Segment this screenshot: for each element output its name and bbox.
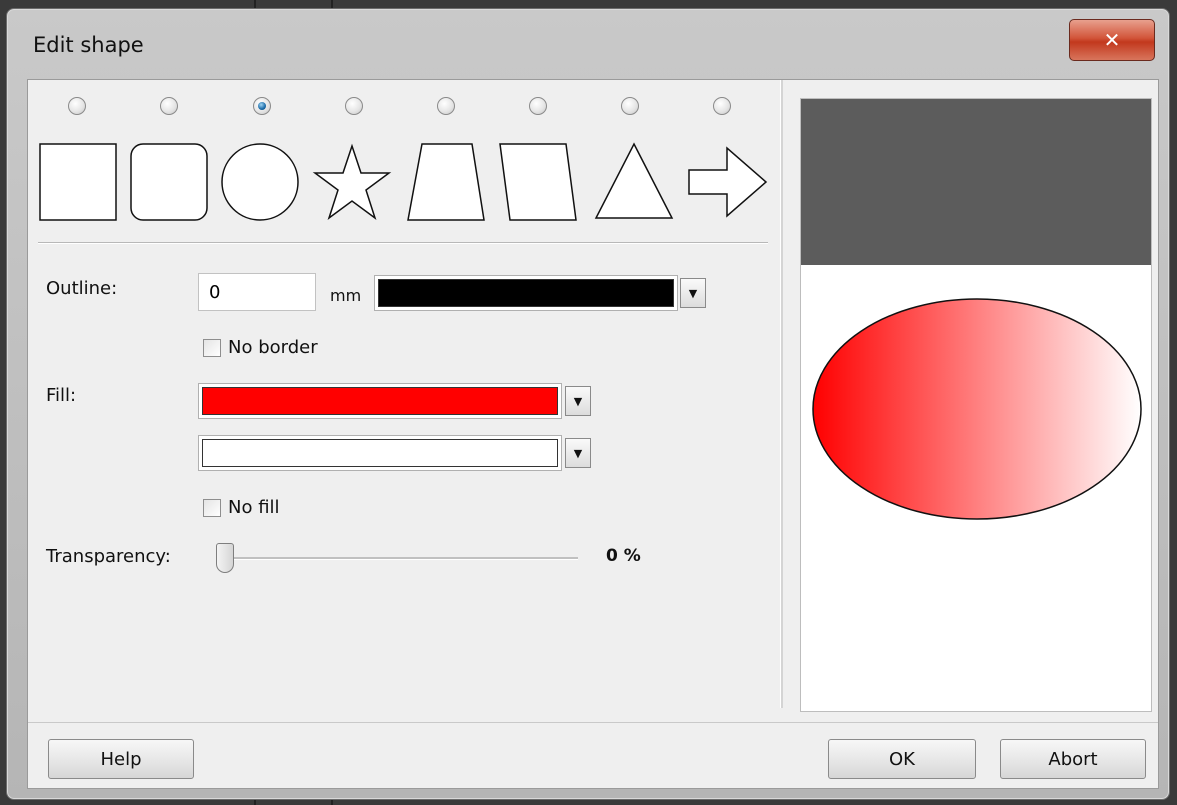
separator [38,242,768,243]
chevron-down-icon: ▼ [573,446,583,460]
trapezoid-shape-icon[interactable] [407,143,485,221]
shape-radio-triangle[interactable] [621,97,639,115]
preview-canvas [812,298,1142,520]
transparency-slider-track[interactable] [226,557,578,560]
triangle-shape-icon[interactable] [594,142,674,219]
outline-color-select[interactable] [374,275,678,311]
preview-header [801,99,1151,265]
shape-radio-rectangle[interactable] [68,97,86,115]
no-border-label: No border [228,337,318,358]
window-title: Edit shape [33,33,144,57]
settings-panel: Outline: mm ▼ No border Fill: ▼ [28,80,776,708]
no-fill-checkbox[interactable] [203,499,221,517]
shape-radio-parallelogram[interactable] [529,97,547,115]
help-button[interactable]: Help [48,739,194,779]
ok-button[interactable]: OK [828,739,976,779]
shape-radio-trapezoid[interactable] [437,97,455,115]
fill-label: Fill: [46,385,77,406]
preview-ellipse [812,298,1142,520]
panel-divider [780,80,783,708]
shape-radio-ellipse[interactable] [253,97,271,115]
outline-color-dropdown-button[interactable]: ▼ [680,278,706,308]
dialog-content: Outline: mm ▼ No border Fill: ▼ [27,79,1159,789]
shape-radio-star[interactable] [345,97,363,115]
chevron-down-icon: ▼ [688,286,698,300]
title-bar[interactable]: Edit shape ✕ [7,9,1169,79]
rectangle-shape-icon[interactable] [39,143,117,221]
outline-color-swatch [378,279,674,307]
arrow-shape-icon[interactable] [688,146,768,218]
close-button[interactable]: ✕ [1069,19,1155,61]
shape-radio-arrow[interactable] [713,97,731,115]
fill-color-1-swatch [202,387,558,415]
shape-radio-rounded-rectangle[interactable] [160,97,178,115]
transparency-value: 0 % [606,546,641,566]
close-icon: ✕ [1103,28,1121,52]
ellipse-shape-icon[interactable] [221,143,299,221]
transparency-label: Transparency: [46,546,171,567]
chevron-down-icon: ▼ [573,394,583,408]
edit-shape-dialog: Edit shape ✕ Outline: 0 mm ▼ No border F… [6,8,1170,800]
fill-color-2-swatch [202,439,558,467]
outline-label: Outline: [46,278,118,299]
no-border-checkbox[interactable] [203,339,221,357]
outline-unit: mm [330,286,362,305]
fill-color-2-select[interactable] [198,435,562,471]
abort-button[interactable]: Abort [1000,739,1146,779]
shape-preview [800,98,1152,712]
rounded-rectangle-shape-icon[interactable] [130,143,208,221]
parallelogram-shape-icon[interactable] [499,143,577,221]
outline-width-input[interactable] [198,273,316,311]
fill-color-1-select[interactable] [198,383,562,419]
no-fill-label: No fill [228,497,280,518]
fill-color-2-dropdown-button[interactable]: ▼ [565,438,591,468]
button-bar: Help OK Abort [28,722,1158,789]
transparency-slider-thumb[interactable] [216,543,234,573]
star-shape-icon[interactable] [312,143,392,220]
fill-color-1-dropdown-button[interactable]: ▼ [565,386,591,416]
